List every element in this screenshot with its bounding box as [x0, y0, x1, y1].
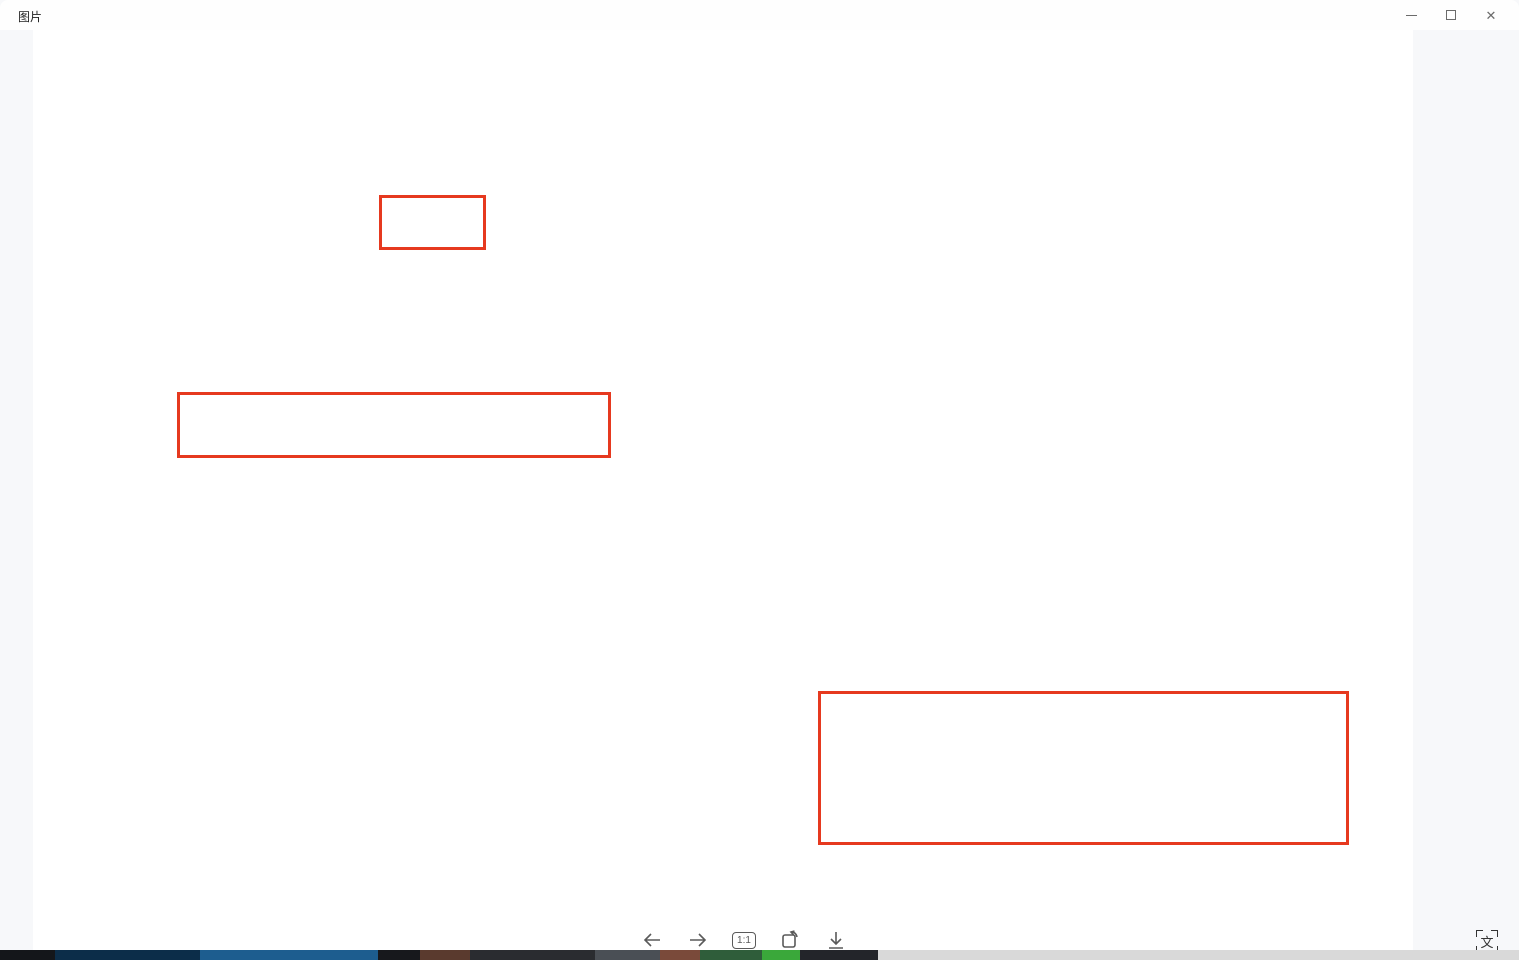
image-content — [33, 30, 1413, 950]
viewer-background-right — [1413, 30, 1519, 950]
window-controls: ✕ — [1391, 0, 1511, 30]
titlebar: 图片 ✕ — [0, 0, 1519, 30]
taskbar-strip — [0, 950, 1519, 960]
extract-text-icon: 文 — [1476, 930, 1498, 952]
arrow-right-icon — [687, 929, 709, 951]
download-icon — [825, 929, 847, 951]
viewer-background-left — [0, 30, 33, 950]
minimize-icon — [1406, 15, 1417, 16]
maximize-icon — [1446, 10, 1456, 20]
maximize-button[interactable] — [1431, 0, 1471, 30]
rotate-icon — [778, 928, 802, 952]
one-to-one-icon: 1:1 — [732, 932, 756, 949]
close-icon: ✕ — [1486, 9, 1497, 22]
window-title: 图片 — [18, 8, 42, 25]
arrow-left-icon — [641, 929, 663, 951]
minimize-button[interactable] — [1391, 0, 1431, 30]
close-button[interactable]: ✕ — [1471, 0, 1511, 30]
